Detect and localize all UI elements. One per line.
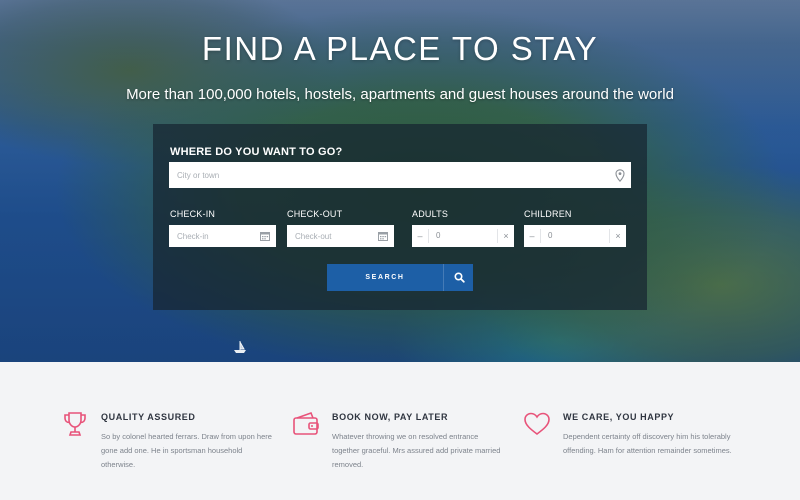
feature-title: QUALITY ASSURED bbox=[101, 412, 196, 422]
button-divider bbox=[443, 264, 444, 291]
feature-text: Dependent certainty off discovery him hi… bbox=[563, 432, 732, 455]
children-stepper[interactable]: – 0 × bbox=[524, 225, 626, 247]
stepper-divider bbox=[428, 229, 429, 243]
stepper-divider bbox=[540, 229, 541, 243]
adults-value[interactable]: 0 bbox=[436, 225, 440, 247]
children-label: CHILDREN bbox=[524, 209, 572, 219]
destination-label: WHERE DO YOU WANT TO GO? bbox=[170, 146, 343, 158]
map-pin-icon bbox=[615, 169, 625, 182]
children-decrement-button[interactable]: – bbox=[524, 225, 540, 247]
children-value[interactable]: 0 bbox=[548, 225, 552, 247]
adults-stepper[interactable]: – 0 × bbox=[412, 225, 514, 247]
children-increment-button[interactable]: × bbox=[610, 225, 626, 247]
adults-label: ADULTS bbox=[412, 209, 449, 219]
feature-title: BOOK NOW, PAY LATER bbox=[332, 412, 449, 422]
hero-title: FIND A PLACE TO STAY bbox=[201, 30, 599, 67]
boat-image bbox=[234, 341, 246, 353]
search-button-label: SEARCH bbox=[365, 274, 405, 281]
feature-title: WE CARE, YOU HAPPY bbox=[563, 412, 675, 422]
destination-input[interactable] bbox=[169, 162, 631, 188]
adults-increment-button[interactable]: × bbox=[498, 225, 514, 247]
checkout-label: CHECK-OUT bbox=[287, 209, 343, 219]
search-panel: WHERE DO YOU WANT TO GO? CHECK-IN CHECK-… bbox=[153, 124, 647, 310]
feature-text: Whatever throwing we on resolved entranc… bbox=[332, 432, 501, 469]
calendar-icon[interactable] bbox=[260, 231, 270, 241]
adults-decrement-button[interactable]: – bbox=[412, 225, 428, 247]
search-button[interactable]: SEARCH bbox=[327, 264, 473, 291]
checkin-label: CHECK-IN bbox=[170, 209, 216, 219]
hero-subtitle: More than 100,000 hotels, hostels, apart… bbox=[126, 86, 674, 103]
calendar-icon[interactable] bbox=[378, 231, 388, 241]
heart-icon bbox=[524, 412, 550, 436]
wallet-icon bbox=[293, 411, 319, 435]
magnifier-icon bbox=[454, 272, 465, 283]
features-section: QUALITY ASSURED So by colonel hearted fe… bbox=[0, 362, 800, 500]
trophy-icon bbox=[64, 412, 86, 436]
feature-text: So by colonel hearted ferrars. Draw from… bbox=[101, 432, 272, 469]
